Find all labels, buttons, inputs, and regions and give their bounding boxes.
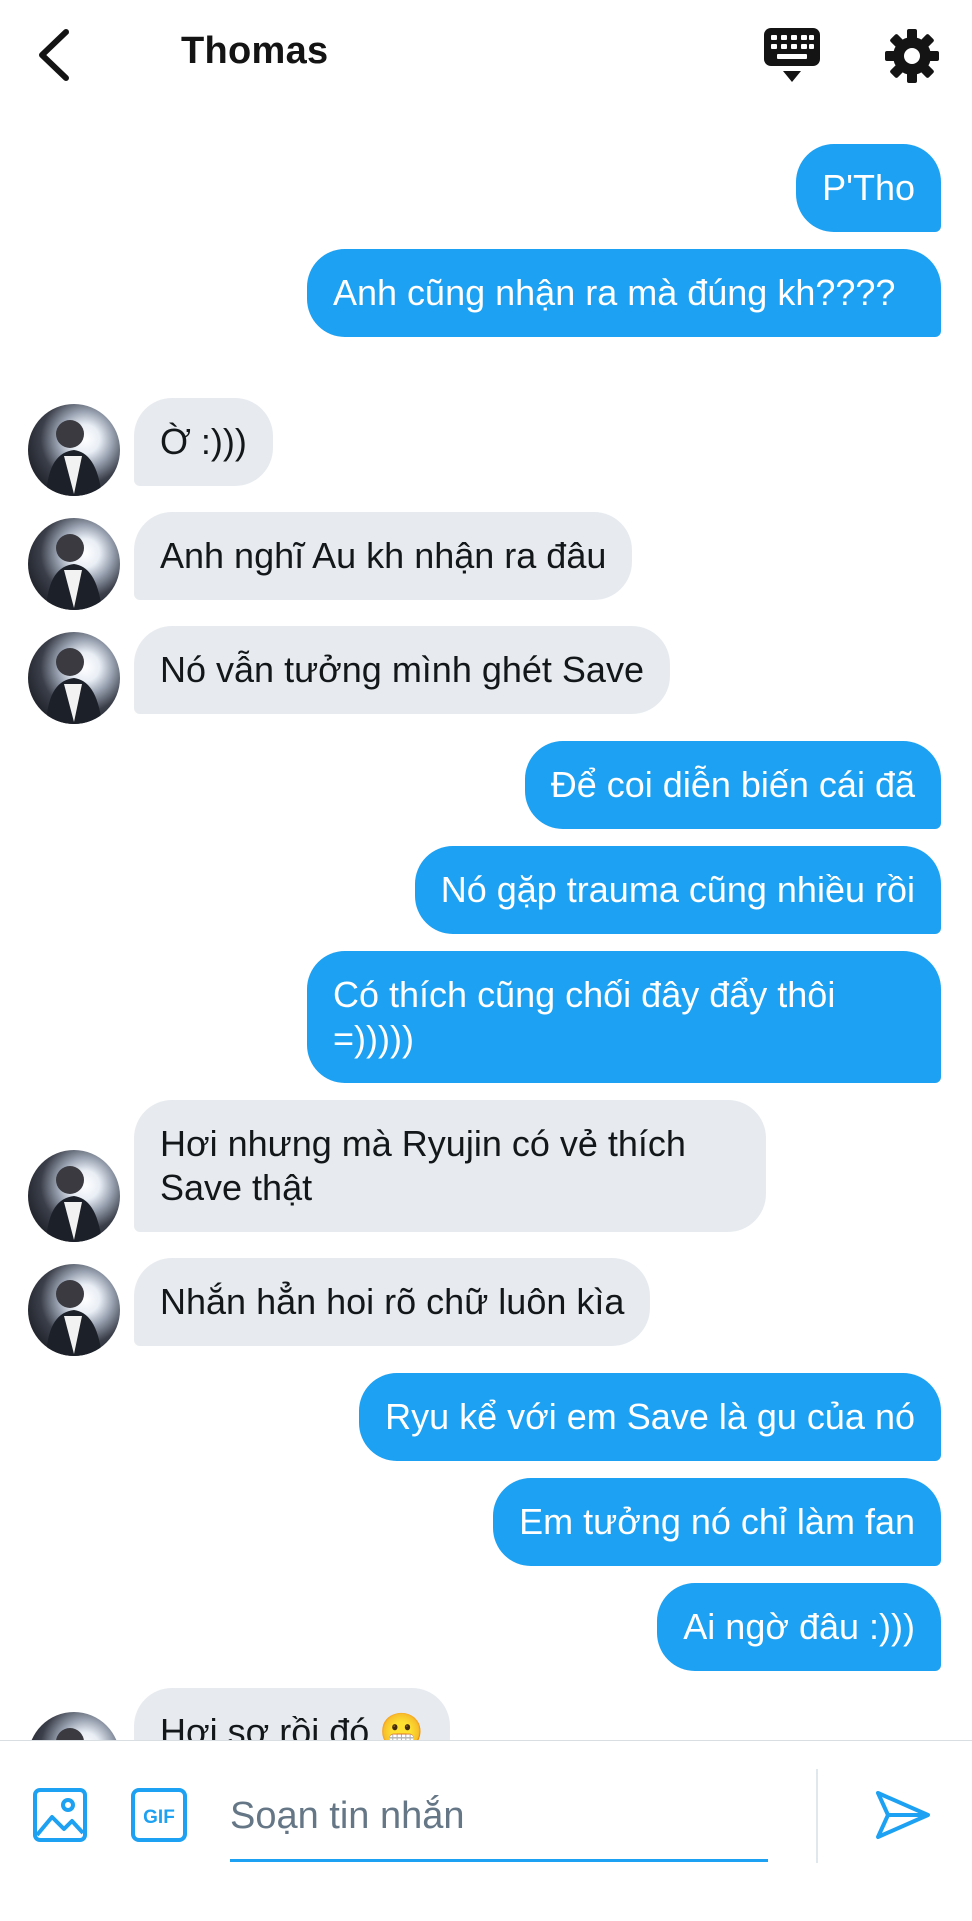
composer-divider xyxy=(816,1769,818,1863)
keyboard-button[interactable] xyxy=(763,26,821,86)
message-thread[interactable]: P'Tho Anh cũng nhận ra mà đúng kh???? Ờ … xyxy=(0,112,972,1740)
message-input[interactable] xyxy=(230,1777,768,1855)
outgoing-message[interactable]: Để coi diễn biến cái đã xyxy=(524,741,941,829)
outgoing-message[interactable]: Anh cũng nhận ra mà đúng kh???? xyxy=(307,249,941,337)
incoming-message[interactable]: Hơi sợ rồi đó 😬 xyxy=(134,1688,451,1740)
conversation-title: Thomas xyxy=(181,30,329,72)
outgoing-message[interactable]: Ryu kể với em Save là gu của nó xyxy=(359,1373,941,1461)
outgoing-message[interactable]: Em tưởng nó chỉ làm fan xyxy=(493,1478,941,1566)
keyboard-icon xyxy=(764,28,820,82)
image-icon xyxy=(33,1788,87,1842)
incoming-message[interactable]: Ờ :))) xyxy=(134,398,273,486)
outgoing-message[interactable]: P'Tho xyxy=(796,144,941,232)
outgoing-message[interactable]: Nó gặp trauma cũng nhiều rồi xyxy=(414,846,941,934)
avatar[interactable] xyxy=(28,404,120,496)
avatar[interactable] xyxy=(28,1150,120,1242)
chevron-left-icon xyxy=(39,29,69,81)
svg-text:GIF: GIF xyxy=(143,1807,175,1828)
avatar[interactable] xyxy=(28,632,120,724)
back-button[interactable] xyxy=(28,22,82,88)
conversation-header: Thomas xyxy=(0,0,972,112)
gif-icon: GIF xyxy=(131,1788,187,1842)
message-input-wrapper xyxy=(230,1777,768,1862)
incoming-message[interactable]: Nhắn hẳn hoi rõ chữ luôn kìa xyxy=(134,1258,651,1346)
incoming-message[interactable]: Nó vẫn tưởng mình ghét Save xyxy=(134,626,670,714)
add-image-button[interactable] xyxy=(32,1787,88,1843)
settings-button[interactable] xyxy=(884,28,940,84)
incoming-message[interactable]: Hơi nhưng mà Ryujin có vẻ thích Save thậ… xyxy=(134,1100,766,1232)
avatar[interactable] xyxy=(28,1264,120,1356)
incoming-message[interactable]: Anh nghĩ Au kh nhận ra đâu xyxy=(134,512,633,600)
avatar[interactable] xyxy=(28,1712,120,1740)
send-icon xyxy=(876,1791,930,1839)
message-composer: GIF xyxy=(0,1740,972,1921)
gear-icon xyxy=(885,29,939,83)
avatar[interactable] xyxy=(28,518,120,610)
add-gif-button[interactable]: GIF xyxy=(130,1787,188,1843)
outgoing-message[interactable]: Có thích cũng chối đây đẩy thôi =))))) xyxy=(307,951,941,1083)
send-button[interactable] xyxy=(874,1787,932,1843)
outgoing-message[interactable]: Ai ngờ đâu :))) xyxy=(657,1583,941,1671)
